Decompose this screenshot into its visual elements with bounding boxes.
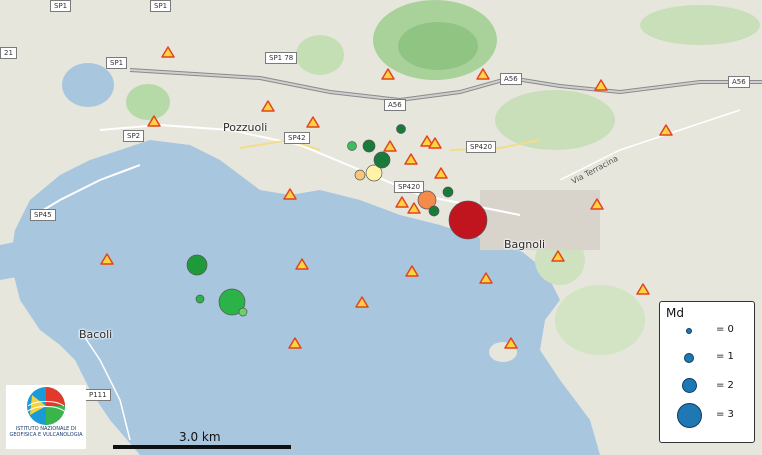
road-label: A56 bbox=[728, 76, 750, 88]
legend-label: = 2 bbox=[716, 380, 734, 391]
quake-marker bbox=[238, 307, 248, 317]
place-label: Bacoli bbox=[79, 328, 113, 341]
quake-marker bbox=[347, 141, 357, 151]
scale-label: 3.0 km bbox=[179, 430, 221, 444]
road-label: SP45 bbox=[30, 209, 56, 221]
road-label: SP1 78 bbox=[265, 52, 298, 64]
road-label: SP1 bbox=[106, 57, 128, 69]
legend-label: = 3 bbox=[716, 409, 734, 420]
scale-bar-line bbox=[113, 445, 291, 449]
legend: Md = 0 = 1 = 2 = 3 bbox=[659, 301, 755, 443]
road-label: SP420 bbox=[466, 141, 497, 153]
map-view[interactable]: SP1 SP1 SP1 SP2 SP45 SP42 SP420 SP420 SP… bbox=[0, 0, 762, 455]
quake-marker bbox=[195, 294, 205, 304]
quake-marker bbox=[442, 186, 454, 198]
road-label: SP1 bbox=[50, 0, 72, 12]
legend-row: = 3 bbox=[660, 401, 756, 431]
quake-marker bbox=[448, 200, 488, 240]
quake-marker bbox=[396, 124, 406, 134]
road-label: SP1 bbox=[150, 0, 172, 12]
legend-dot-icon bbox=[684, 353, 694, 363]
road-label: 21 bbox=[0, 47, 17, 59]
legend-label: = 1 bbox=[716, 351, 734, 362]
road-label: A56 bbox=[500, 73, 522, 85]
road-label: SP420 bbox=[394, 181, 425, 193]
legend-dot-icon bbox=[682, 378, 697, 393]
logo-caption: ISTITUTO NAZIONALE DI GEOFISICA E VULCAN… bbox=[9, 426, 83, 438]
legend-dot-icon bbox=[677, 403, 702, 428]
legend-label: = 0 bbox=[716, 324, 734, 335]
legend-title: Md bbox=[666, 306, 684, 320]
place-label: Pozzuoli bbox=[223, 121, 268, 134]
quake-marker bbox=[373, 151, 391, 169]
road-label: SP2 bbox=[123, 130, 145, 142]
place-label: Bagnoli bbox=[504, 238, 546, 251]
road-label: P111 bbox=[85, 389, 111, 401]
quake-marker bbox=[354, 169, 366, 181]
road-label: SP42 bbox=[284, 132, 310, 144]
ingv-logo: ISTITUTO NAZIONALE DI GEOFISICA E VULCAN… bbox=[6, 385, 86, 449]
scale-bar: 3.0 km bbox=[113, 430, 291, 450]
legend-dot-icon bbox=[686, 328, 692, 334]
quake-marker bbox=[428, 205, 440, 217]
quake-marker bbox=[186, 254, 208, 276]
road-label: A56 bbox=[384, 99, 406, 111]
globe-icon bbox=[27, 387, 65, 425]
legend-row: = 1 bbox=[660, 345, 756, 375]
legend-row: = 2 bbox=[660, 372, 756, 402]
quake-marker bbox=[362, 139, 376, 153]
